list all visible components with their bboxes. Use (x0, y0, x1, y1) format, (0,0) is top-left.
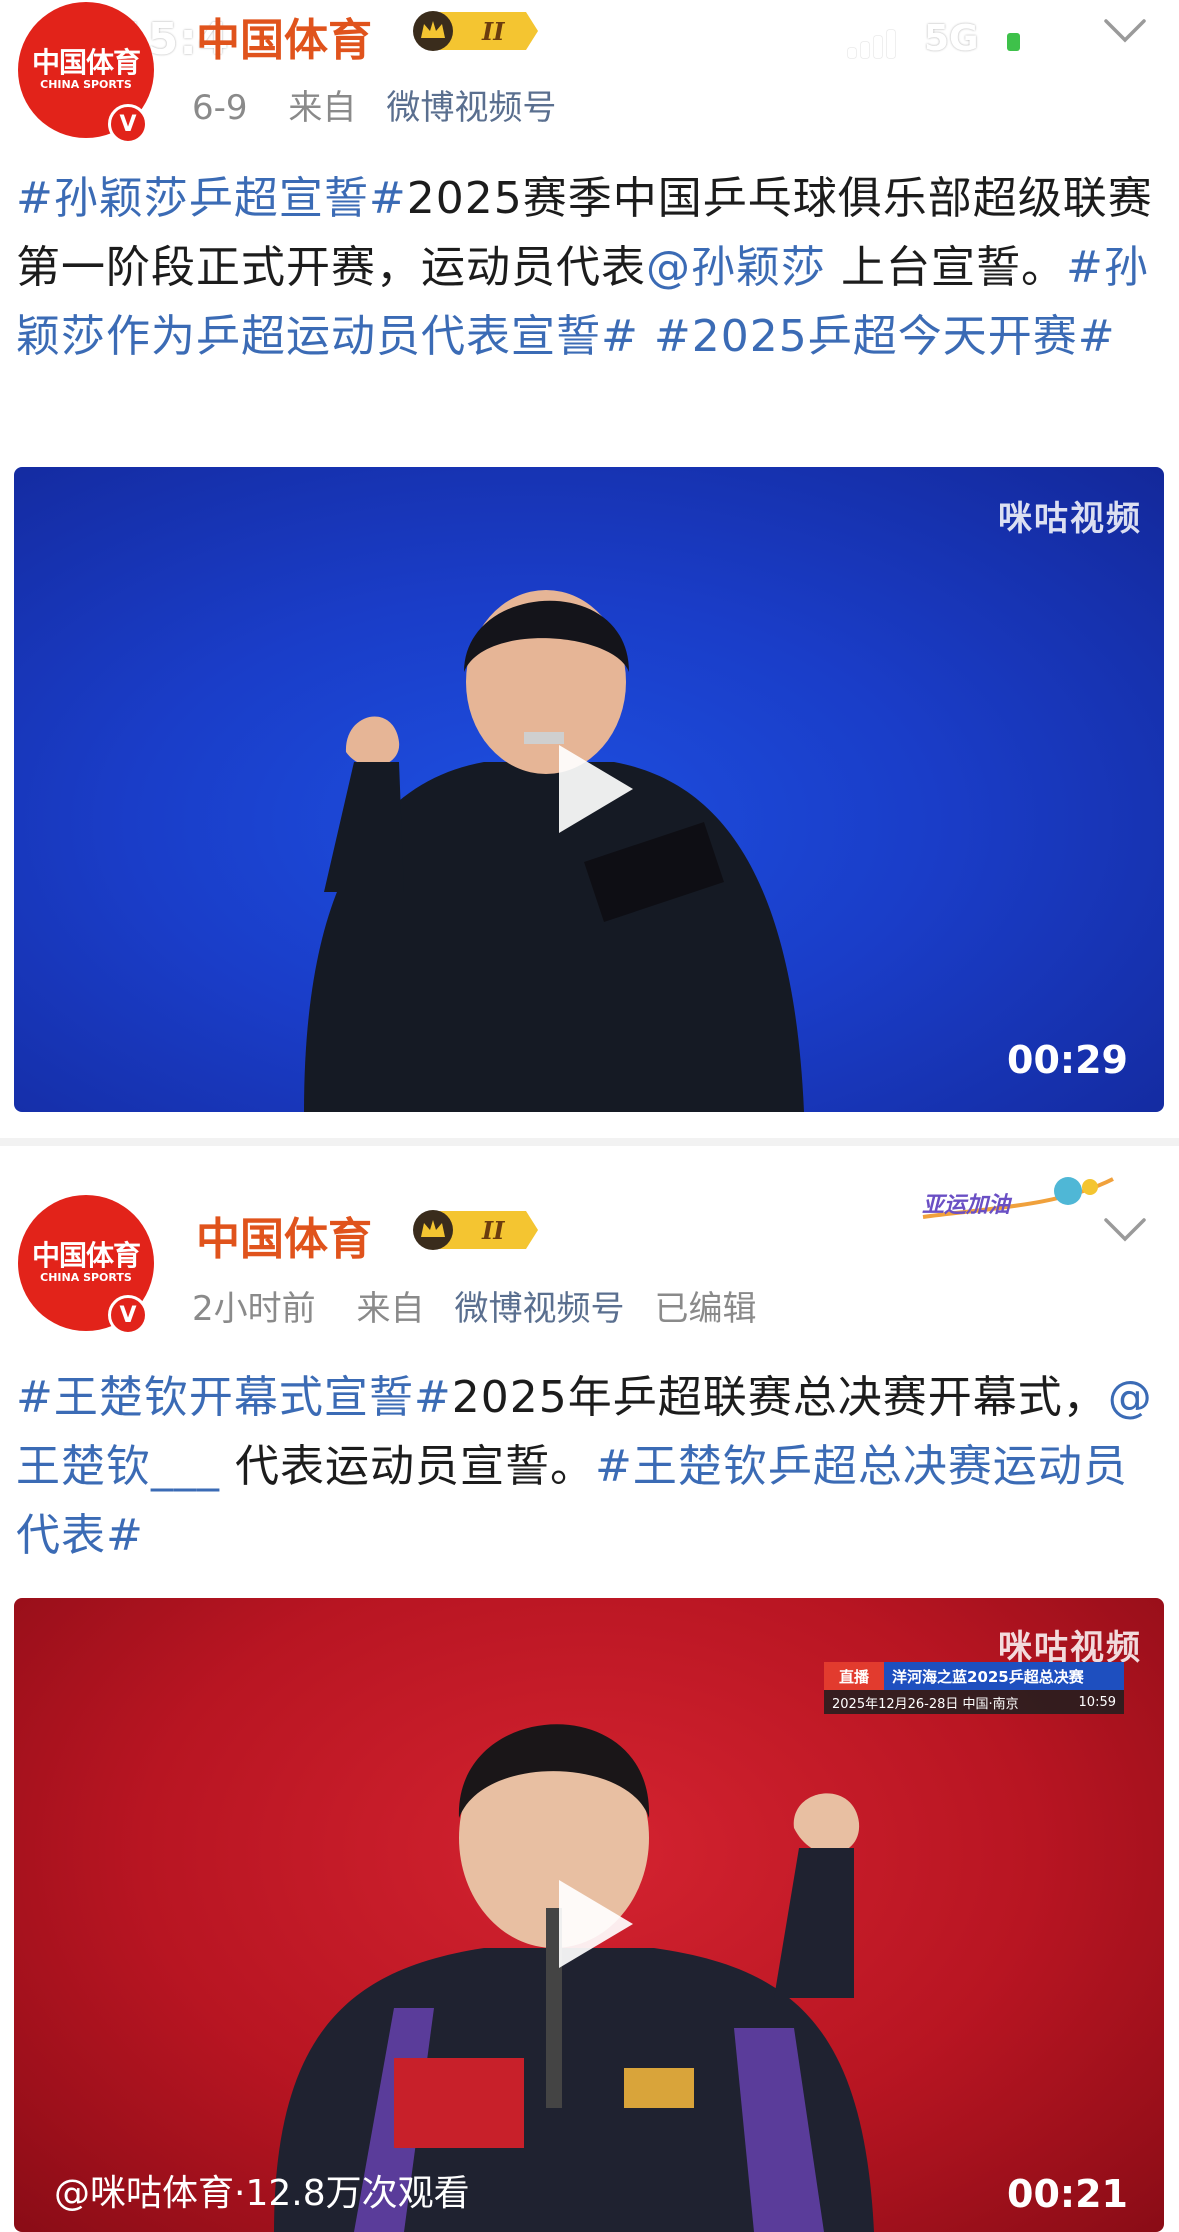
video-duration: 00:29 (1007, 1038, 1128, 1082)
avatar-sublabel: CHINA SPORTS (40, 1271, 132, 1284)
weibo-post: 中国体育 CHINA SPORTS V 中国体育 II 6-9 来自 微博视频号 … (0, 0, 1179, 1145)
video-player[interactable]: 咪咕视频 00:29 (14, 467, 1164, 1112)
post-text: #孙颖莎乒超宣誓#2025赛季中国乒乓球俱乐部超级联赛第一阶段正式开赛，运动员代… (16, 164, 1166, 371)
chevron-down-icon[interactable] (1103, 1215, 1147, 1245)
avatar-label: 中国体育 (31, 46, 141, 79)
post-body: 代表运动员宣誓。 (220, 1441, 595, 1492)
play-icon[interactable] (559, 1880, 633, 1968)
vip-level: II (481, 17, 505, 46)
post-meta: 2小时前 来自 微博视频号 已编辑 (192, 1281, 786, 1330)
video-watermark: 咪咕视频 (998, 499, 1142, 539)
vip-crown-badge-icon: II (413, 11, 538, 51)
source-prefix: 来自 (356, 1289, 425, 1329)
post-date: 6-9 (192, 88, 248, 128)
account-name[interactable]: 中国体育 (196, 1203, 372, 1267)
post-text: #王楚钦开幕式宣誓#2025年乒超联赛总决赛开幕式，@王楚钦___ 代表运动员宣… (16, 1363, 1166, 1570)
account-name[interactable]: 中国体育 (196, 4, 372, 68)
video-thumbnail-person (304, 590, 804, 1112)
avatar-sublabel: CHINA SPORTS (40, 78, 132, 91)
verified-v-icon: V (108, 104, 148, 144)
post-source[interactable]: 微博视频号 (454, 1289, 624, 1329)
avatar-label: 中国体育 (31, 1239, 141, 1272)
post-date: 2小时前 (192, 1289, 316, 1329)
sticker-label: 亚运加油 (922, 1193, 1011, 1218)
video-player[interactable]: 咪咕视频 直播 洋河海之蓝2025乒超总决赛 2025年12月26-28日 中国… (14, 1598, 1164, 2232)
sticker-badge: 亚运加油 (918, 1169, 1118, 1229)
hashtag[interactable]: #2025乒超今天开赛# (639, 311, 1116, 362)
vip-crown-badge-icon: II (413, 1210, 538, 1250)
post-body: 上台宣誓。 (826, 242, 1066, 293)
chevron-down-icon[interactable] (1103, 16, 1147, 46)
hashtag[interactable]: #王楚钦开幕式宣誓# (16, 1372, 452, 1423)
post-meta: 6-9 来自 微博视频号 (192, 80, 586, 129)
play-icon[interactable] (559, 745, 633, 833)
verified-v-icon: V (108, 1295, 148, 1335)
edited-label: 已编辑 (654, 1289, 757, 1329)
hashtag[interactable]: #孙颖莎乒超宣誓# (16, 173, 407, 224)
post-source[interactable]: 微博视频号 (386, 88, 556, 128)
source-prefix: 来自 (288, 88, 357, 128)
vip-level: II (481, 1216, 505, 1245)
video-duration: 00:21 (1007, 2172, 1128, 2216)
view-count: @咪咕体育·12.8万次观看 (54, 2173, 470, 2214)
event-clock: 10:59 (1078, 1694, 1116, 1710)
post-body: 2025年乒超联赛总决赛开幕式， (451, 1372, 1108, 1423)
mention-link[interactable]: @孙颖莎 (646, 242, 826, 293)
